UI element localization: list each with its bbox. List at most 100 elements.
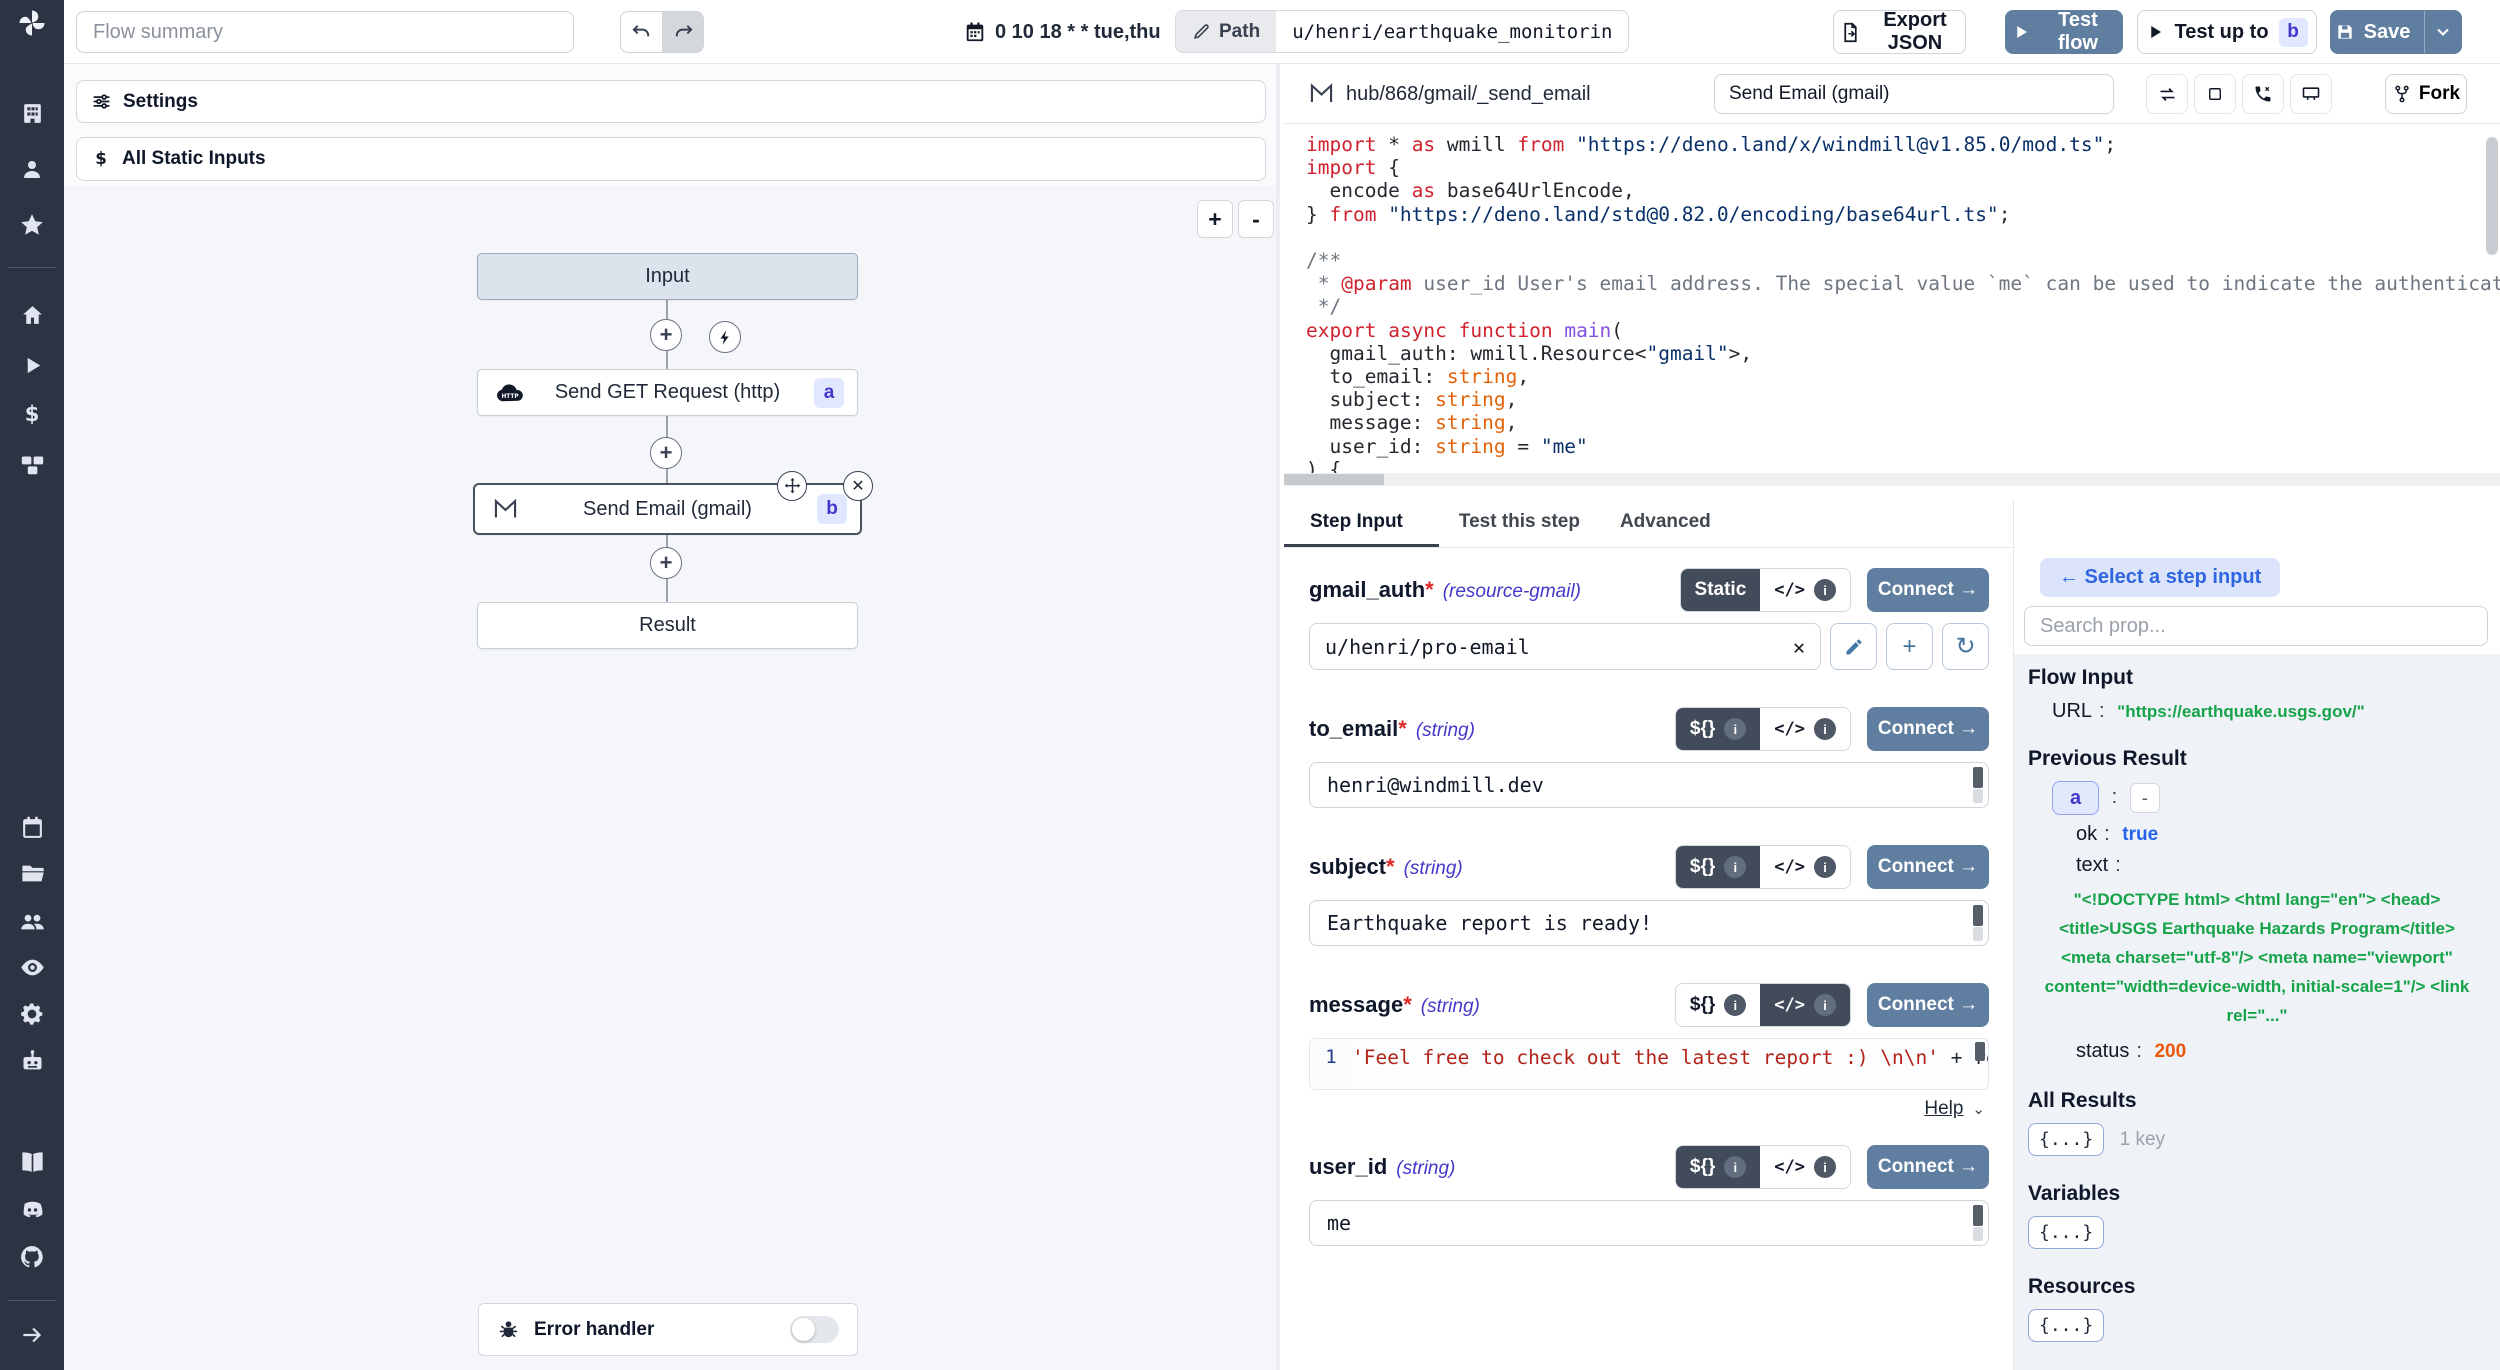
zoom-out-button[interactable]: - bbox=[1238, 200, 1274, 238]
expression-editor[interactable]: 1'Feel free to check out the latest repo… bbox=[1309, 1038, 1989, 1090]
template-mode-segment[interactable]: ${}i bbox=[1676, 984, 1760, 1026]
sidebar-item-schedules[interactable] bbox=[12, 810, 52, 844]
static-mode-segment[interactable]: Static bbox=[1681, 569, 1761, 611]
result-ok-row[interactable]: ok: true bbox=[2076, 823, 2486, 846]
variables-object-badge[interactable]: {...} bbox=[2028, 1216, 2104, 1249]
refresh-resource-button[interactable]: ↻ bbox=[1942, 623, 1989, 670]
collapse-result-button[interactable]: - bbox=[2130, 783, 2160, 813]
zoom-in-button[interactable]: + bbox=[1197, 200, 1233, 238]
sync-icon[interactable] bbox=[2146, 74, 2188, 114]
input-mode-toggle[interactable]: ${}i</>i bbox=[1675, 983, 1851, 1027]
textarea-scrollbar[interactable] bbox=[1973, 767, 1983, 803]
info-icon[interactable]: i bbox=[1724, 1156, 1746, 1178]
template-mode-segment[interactable]: ${}i bbox=[1676, 708, 1760, 750]
code-mode-segment[interactable]: </>i bbox=[1760, 846, 1850, 888]
sidebar-item-settings[interactable] bbox=[12, 997, 52, 1031]
sidebar-item-github[interactable] bbox=[12, 1240, 52, 1274]
collapse-sidebar-icon[interactable] bbox=[12, 1318, 52, 1352]
webhook-phone-icon[interactable] bbox=[2242, 74, 2284, 114]
connect-button[interactable]: Connect → bbox=[1867, 1145, 1989, 1189]
schedule-summary[interactable]: 0 10 18 * * tue,thu bbox=[964, 0, 1161, 64]
info-icon[interactable]: i bbox=[1814, 718, 1836, 740]
result-status-row[interactable]: status: 200 bbox=[2076, 1040, 2486, 1063]
graph-node-result[interactable]: Result bbox=[477, 602, 858, 649]
move-step-handle[interactable] bbox=[777, 471, 807, 501]
flow-settings-button[interactable]: Settings bbox=[76, 80, 1266, 123]
graph-node-input[interactable]: Input bbox=[477, 253, 858, 300]
error-handler-toggle[interactable] bbox=[790, 1316, 839, 1343]
input-mode-toggle[interactable]: ${}i</>i bbox=[1675, 707, 1851, 751]
textarea-scrollbar[interactable] bbox=[1973, 905, 1983, 941]
user_id-input[interactable]: me bbox=[1309, 1200, 1989, 1246]
tab-step-input[interactable]: Step Input bbox=[1284, 500, 1439, 547]
sidebar-item-home[interactable] bbox=[12, 298, 52, 332]
graph-node-http-get[interactable]: HTTP Send GET Request (http) a bbox=[477, 369, 858, 416]
flow-input-url-row[interactable]: URL: "https://earthquake.usgs.gov/" bbox=[2052, 700, 2486, 723]
code-mode-segment[interactable]: </>i bbox=[1760, 569, 1850, 611]
clear-icon[interactable]: ✕ bbox=[1793, 635, 1805, 659]
edit-path-button[interactable]: Path bbox=[1176, 11, 1276, 52]
code-vertical-scrollbar[interactable] bbox=[2486, 137, 2498, 255]
save-button[interactable]: Save bbox=[2330, 10, 2462, 54]
select-step-input-pill[interactable]: ← Select a step input bbox=[2040, 558, 2280, 597]
sidebar-item-favorites[interactable] bbox=[12, 208, 52, 242]
edit-resource-button[interactable] bbox=[1830, 623, 1877, 670]
input-mode-toggle[interactable]: Static</>i bbox=[1680, 568, 1851, 612]
redo-button[interactable] bbox=[662, 12, 703, 52]
info-icon[interactable]: i bbox=[1814, 1156, 1836, 1178]
flow-summary-input[interactable] bbox=[76, 11, 574, 53]
code-editor[interactable]: import * as wmill from "https://deno.lan… bbox=[1284, 125, 2500, 486]
tab-advanced[interactable]: Advanced bbox=[1600, 500, 1731, 547]
info-icon[interactable]: i bbox=[1724, 994, 1746, 1016]
sidebar-item-docs[interactable] bbox=[12, 1145, 52, 1179]
windmill-logo-icon[interactable] bbox=[17, 8, 47, 38]
connect-button[interactable]: Connect → bbox=[1867, 983, 1989, 1027]
all-results-object-badge[interactable]: {...} bbox=[2028, 1123, 2104, 1156]
info-icon[interactable]: i bbox=[1814, 856, 1836, 878]
to_email-input[interactable]: henri@windmill.dev bbox=[1309, 762, 1989, 808]
code-mode-segment[interactable]: </>i bbox=[1760, 984, 1850, 1026]
input-mode-toggle[interactable]: ${}i</>i bbox=[1675, 845, 1851, 889]
code-mode-segment[interactable]: </>i bbox=[1760, 1146, 1850, 1188]
add-resource-button[interactable]: + bbox=[1886, 623, 1933, 670]
trigger-step-button[interactable] bbox=[709, 321, 741, 353]
input-mode-toggle[interactable]: ${}i</>i bbox=[1675, 1145, 1851, 1189]
info-icon[interactable]: i bbox=[1724, 718, 1746, 740]
subject-input[interactable]: Earthquake report is ready! bbox=[1309, 900, 1989, 946]
sidebar-item-runs[interactable] bbox=[12, 348, 52, 382]
info-icon[interactable]: i bbox=[1814, 579, 1836, 601]
info-icon[interactable]: i bbox=[1814, 994, 1836, 1016]
sidebar-item-resources[interactable] bbox=[12, 448, 52, 482]
export-json-button[interactable]: Export JSON bbox=[1833, 10, 1966, 54]
expand-icon[interactable] bbox=[2194, 74, 2236, 114]
sidebar-item-groups[interactable] bbox=[12, 904, 52, 938]
info-icon[interactable]: i bbox=[1724, 856, 1746, 878]
insert-step-button[interactable]: + bbox=[650, 547, 682, 579]
template-mode-segment[interactable]: ${}i bbox=[1676, 1146, 1760, 1188]
flow-path-chip[interactable]: Path u/henri/earthquake_monitorin bbox=[1175, 10, 1629, 53]
connect-button[interactable]: Connect → bbox=[1867, 568, 1989, 612]
step-name-input[interactable] bbox=[1714, 74, 2114, 114]
connect-button[interactable]: Connect → bbox=[1867, 707, 1989, 751]
tab-test-this-step[interactable]: Test this step bbox=[1439, 500, 1600, 547]
resource-path-input[interactable]: u/henri/pro-email✕ bbox=[1309, 623, 1821, 670]
sidebar-item-workers[interactable] bbox=[12, 1044, 52, 1078]
search-prop-input[interactable] bbox=[2024, 606, 2488, 646]
resources-object-badge[interactable]: {...} bbox=[2028, 1309, 2104, 1342]
sidebar-item-workspace[interactable] bbox=[12, 96, 52, 130]
test-flow-button[interactable]: Test flow bbox=[2005, 10, 2123, 54]
result-text-row[interactable]: text: bbox=[2076, 854, 2486, 877]
result-step-badge[interactable]: a bbox=[2052, 781, 2099, 815]
board-icon[interactable] bbox=[2290, 74, 2332, 114]
template-mode-segment[interactable]: ${}i bbox=[1676, 846, 1760, 888]
textarea-scrollbar[interactable] bbox=[1973, 1205, 1983, 1241]
sidebar-item-discord[interactable] bbox=[12, 1193, 52, 1227]
save-dropdown-button[interactable] bbox=[2424, 11, 2461, 53]
sidebar-item-variables[interactable]: $ bbox=[12, 397, 52, 431]
sidebar-item-user[interactable] bbox=[12, 152, 52, 186]
editor-scrollbar[interactable] bbox=[1975, 1042, 1985, 1061]
sidebar-item-audit-logs[interactable] bbox=[12, 950, 52, 984]
insert-step-button[interactable]: + bbox=[650, 437, 682, 469]
fork-button[interactable]: Fork bbox=[2385, 74, 2467, 114]
help-link[interactable]: Help bbox=[1924, 1098, 1963, 1120]
